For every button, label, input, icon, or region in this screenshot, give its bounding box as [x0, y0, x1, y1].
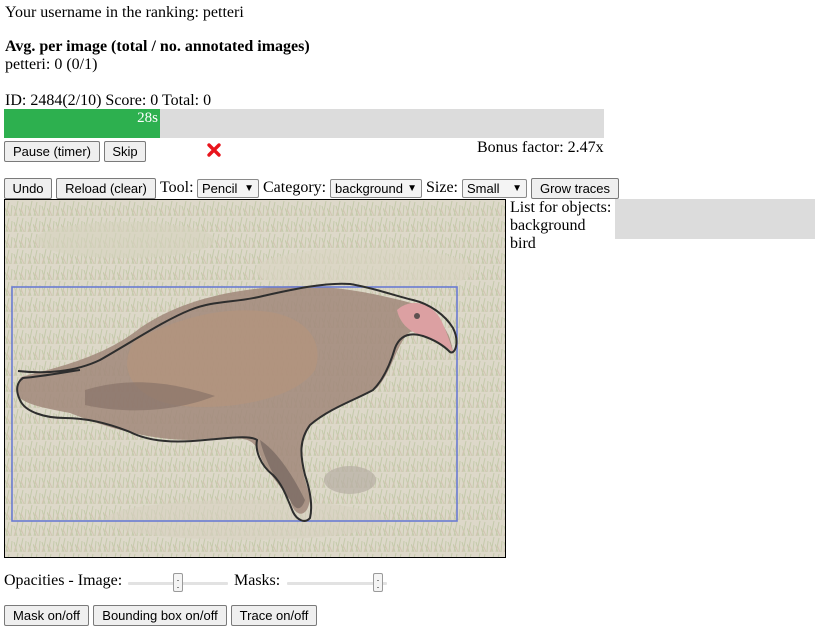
masks-opacity-thumb[interactable] [372, 573, 383, 592]
tool-label: Tool: [160, 179, 194, 196]
red-x-icon [207, 143, 221, 157]
skip-button[interactable]: Skip [104, 141, 146, 162]
annotation-canvas[interactable] [4, 199, 506, 558]
pause-timer-button[interactable]: Pause (timer) [4, 141, 100, 162]
masks-opacity-slider[interactable] [287, 573, 387, 594]
avg-title: Avg. per image (total / no. annotated im… [5, 38, 310, 55]
tool-select-value: Pencil [202, 181, 238, 196]
timer-progress-bar: 28s [4, 109, 604, 138]
object-item-background[interactable]: background [510, 217, 586, 235]
object-item-bird[interactable]: bird [510, 235, 536, 253]
timer-label: 28s [137, 110, 158, 126]
chevron-down-icon: ▼ [407, 183, 417, 194]
tool-select[interactable]: Pencil ▼ [197, 179, 259, 198]
image-overlay [5, 200, 505, 557]
trace-toggle-button[interactable]: Trace on/off [231, 605, 317, 626]
objects-title: List for objects: [510, 199, 612, 216]
size-select-value: Small [467, 181, 500, 196]
id-score-line: ID: 2484(2/10) Score: 0 Total: 0 [5, 92, 212, 109]
category-select-value: background [335, 181, 403, 196]
category-label: Category: [263, 179, 327, 196]
objects-color-panel [615, 199, 815, 239]
avg-value: petteri: 0 (0/1) [5, 56, 98, 73]
username-line: Your username in the ranking: petteri [5, 4, 244, 21]
chevron-down-icon: ▼ [244, 183, 254, 194]
opacity-image-label: Opacities - Image: [4, 572, 123, 589]
category-select[interactable]: background ▼ [330, 179, 422, 198]
chevron-down-icon: ▼ [512, 183, 522, 194]
size-select[interactable]: Small ▼ [462, 179, 527, 198]
grow-traces-button[interactable]: Grow traces [531, 178, 619, 199]
timer-fill: 28s [4, 109, 160, 138]
bonus-factor: Bonus factor: 2.47x [477, 139, 604, 156]
reload-clear-button[interactable]: Reload (clear) [56, 178, 156, 199]
mask-toggle-button[interactable]: Mask on/off [4, 605, 89, 626]
size-label: Size: [426, 179, 458, 196]
undo-button[interactable]: Undo [4, 178, 52, 199]
image-opacity-slider[interactable] [128, 573, 228, 594]
bounding-box-toggle-button[interactable]: Bounding box on/off [93, 605, 227, 626]
opacity-masks-label: Masks: [234, 572, 281, 589]
image-opacity-thumb[interactable] [173, 573, 183, 592]
